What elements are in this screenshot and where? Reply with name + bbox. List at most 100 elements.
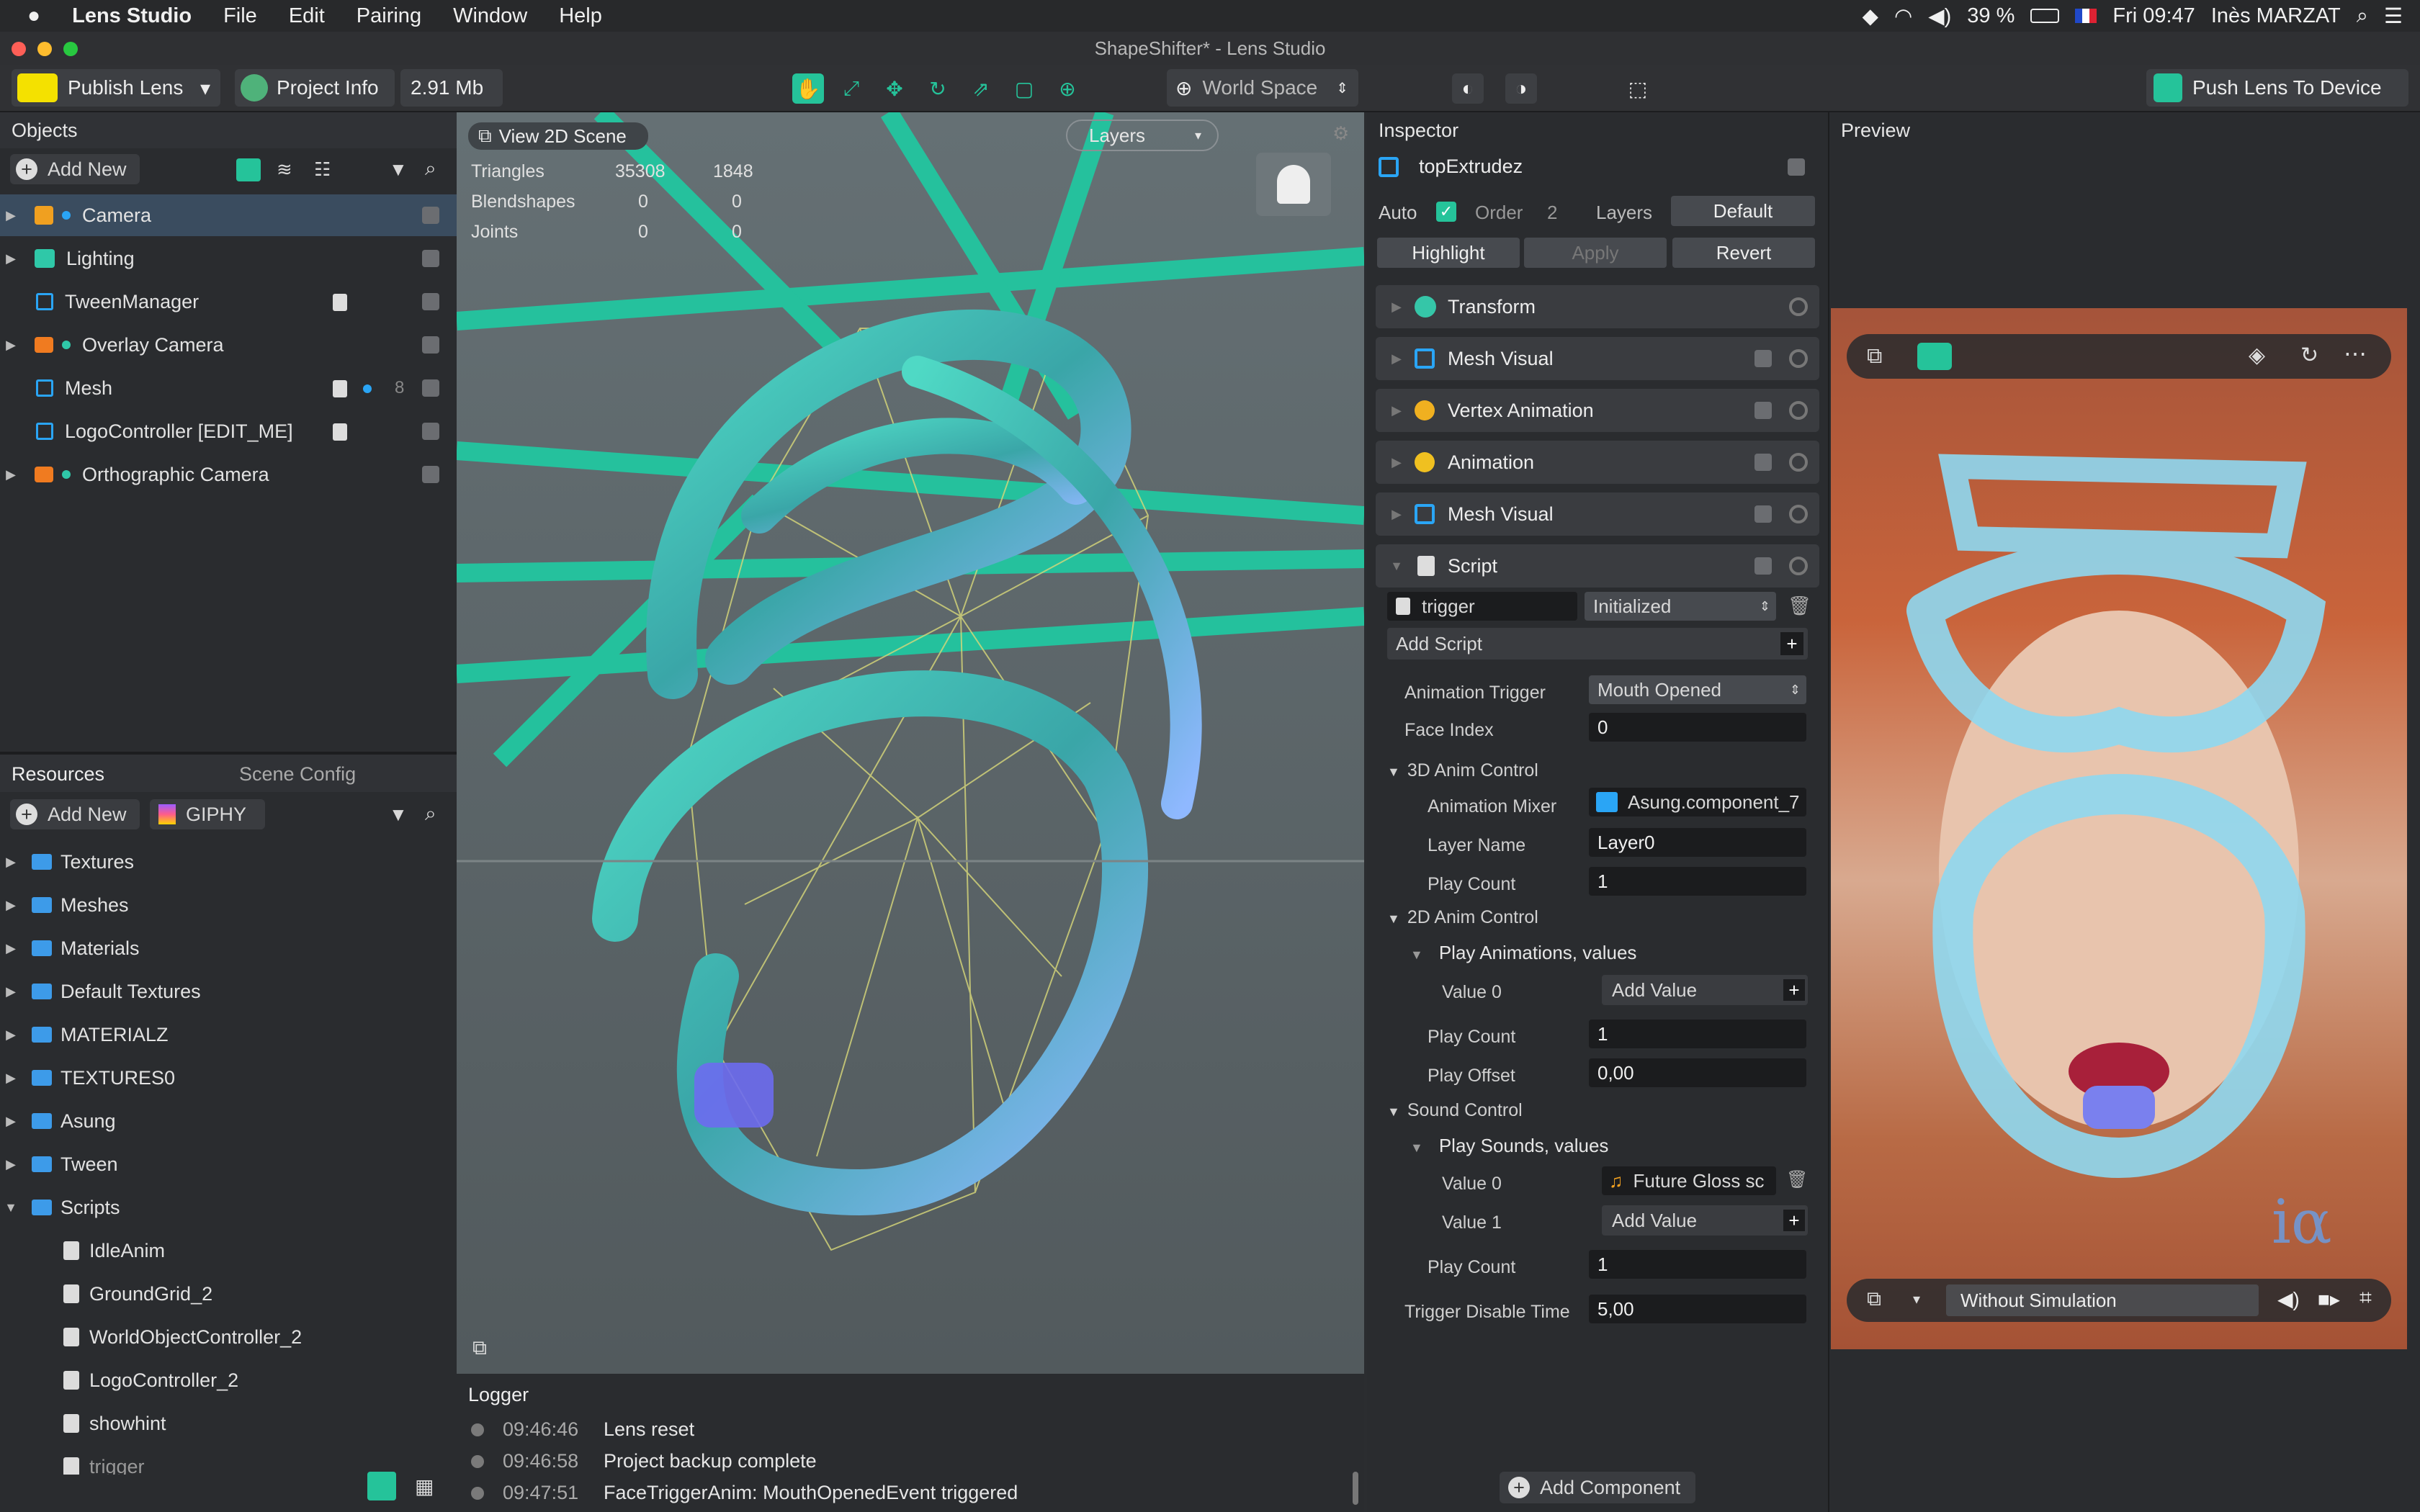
- settings-icon[interactable]: [1789, 297, 1808, 316]
- animation-trigger-select[interactable]: Mouth Opened ⇕: [1589, 675, 1806, 704]
- log-entry[interactable]: 09:46:46 Lens reset: [471, 1418, 694, 1441]
- menu-edit[interactable]: Edit: [289, 4, 325, 28]
- more-icon[interactable]: ⋯: [2344, 340, 2367, 367]
- enabled-checkbox[interactable]: [1754, 402, 1772, 419]
- scene-render[interactable]: [457, 112, 1364, 1374]
- enabled-checkbox[interactable]: [1754, 454, 1772, 471]
- expand-icon[interactable]: ▶: [0, 984, 22, 999]
- video-icon[interactable]: ■▸: [2318, 1287, 2340, 1311]
- add-value-row[interactable]: Add Value +: [1602, 975, 1808, 1005]
- enabled-checkbox[interactable]: [422, 466, 439, 483]
- hand-tool-icon[interactable]: ✋: [792, 73, 824, 104]
- apple-icon[interactable]: ●: [27, 4, 40, 28]
- project-info-button[interactable]: Project Info: [235, 69, 395, 107]
- menu-window[interactable]: Window: [453, 4, 527, 28]
- component-mesh-visual-2[interactable]: ▶ Mesh Visual: [1376, 492, 1819, 536]
- enabled-checkbox[interactable]: [1754, 557, 1772, 575]
- simulation-select[interactable]: Without Simulation: [1946, 1284, 2259, 1316]
- dropbox-icon[interactable]: ◆: [1863, 4, 1878, 29]
- enabled-checkbox[interactable]: [422, 207, 439, 224]
- object-enabled-checkbox[interactable]: [1788, 158, 1805, 176]
- trash-icon[interactable]: 🗑: [1786, 1169, 1808, 1190]
- battery-icon[interactable]: [2030, 9, 2060, 23]
- play-animations-row[interactable]: ▼ Play Animations, values: [1410, 942, 1636, 964]
- camera-view-icon[interactable]: ⧉: [472, 1336, 487, 1360]
- enabled-checkbox[interactable]: [422, 293, 439, 310]
- add-resource-button[interactable]: + Add New: [10, 799, 140, 829]
- play-count-sound-field[interactable]: 1: [1589, 1250, 1806, 1279]
- volume-icon[interactable]: ◀): [2277, 1287, 2300, 1311]
- chevron-down-icon[interactable]: ▾: [1913, 1290, 1920, 1308]
- expand-icon[interactable]: ▶: [0, 467, 22, 482]
- play-count-3d-field[interactable]: 1: [1589, 867, 1806, 896]
- object-name[interactable]: topExtrudez: [1419, 156, 1523, 178]
- object-row-camera[interactable]: ▶ Camera: [0, 194, 457, 236]
- settings-icon[interactable]: ⚙: [1332, 122, 1349, 145]
- device-select-icon[interactable]: ⧉: [1867, 1287, 1881, 1311]
- tab-resources[interactable]: Resources: [12, 763, 104, 786]
- camera-switch-icon[interactable]: [1917, 343, 1952, 370]
- plus-icon[interactable]: +: [1783, 979, 1805, 1001]
- folder-textures[interactable]: ▶ Textures: [0, 841, 457, 883]
- expand-icon[interactable]: ▶: [1386, 351, 1407, 366]
- list-icon[interactable]: ☰: [2384, 4, 2403, 29]
- expand-icon[interactable]: ▶: [1386, 455, 1407, 470]
- face-index-field[interactable]: 0: [1589, 713, 1806, 742]
- device-frame-icon[interactable]: ⧉: [1867, 344, 1882, 369]
- list-mode-icon[interactable]: [367, 1472, 396, 1500]
- tab-scene-config[interactable]: Scene Config: [239, 763, 356, 786]
- menu-pairing[interactable]: Pairing: [357, 4, 421, 28]
- layers-default-button[interactable]: Default: [1671, 196, 1815, 226]
- add-sound-value-row[interactable]: Add Value +: [1602, 1205, 1808, 1236]
- folder-textures0[interactable]: ▶ TEXTURES0: [0, 1057, 457, 1099]
- app-name[interactable]: Lens Studio: [72, 4, 192, 28]
- anim3d-section[interactable]: ▼ 3D Anim Control: [1387, 760, 1538, 781]
- expand-icon[interactable]: ▶: [0, 898, 22, 913]
- log-entry[interactable]: 09:46:58 Project backup complete: [471, 1450, 817, 1472]
- filter-icon[interactable]: ▼: [389, 158, 408, 181]
- add-object-button[interactable]: + Add New: [10, 154, 140, 184]
- hierarchy-view-icon[interactable]: ☷: [314, 158, 331, 181]
- search-objects-icon[interactable]: ⌕: [425, 157, 436, 181]
- expand-icon[interactable]: ▶: [0, 1071, 22, 1086]
- rect-tool-icon[interactable]: ▢: [1008, 73, 1040, 104]
- grid-mode-icon[interactable]: ▦: [415, 1475, 434, 1498]
- settings-icon[interactable]: [1789, 505, 1808, 523]
- component-vertex-animation[interactable]: ▶ Vertex Animation: [1376, 389, 1819, 432]
- component-transform[interactable]: ▶ Transform: [1376, 285, 1819, 328]
- animation-mixer-field[interactable]: Asung.component_7: [1589, 788, 1806, 816]
- object-row-overlay-camera[interactable]: ▶ Overlay Camera: [0, 324, 457, 366]
- move-tool-icon[interactable]: ✥: [879, 73, 910, 104]
- revert-button[interactable]: Revert: [1672, 238, 1815, 268]
- collapse-icon[interactable]: ▼: [1386, 559, 1407, 574]
- expand-icon[interactable]: ▶: [0, 855, 22, 870]
- world-space-select[interactable]: ⊕ World Space ⇕: [1167, 69, 1358, 107]
- scene-viewport[interactable]: ⧉ View 2D Scene Layers ▾ ⚙ Triangles 353…: [457, 112, 1364, 1374]
- anim2d-section[interactable]: ▼ 2D Anim Control: [1387, 907, 1538, 928]
- highlight-button[interactable]: Highlight: [1377, 238, 1520, 268]
- play-offset-field[interactable]: 0,00: [1589, 1058, 1806, 1087]
- folder-default-textures[interactable]: ▶ Default Textures: [0, 971, 457, 1012]
- enabled-checkbox[interactable]: [422, 423, 439, 440]
- list-view-icon[interactable]: [236, 158, 261, 181]
- component-animation[interactable]: ▶ Animation: [1376, 441, 1819, 484]
- add-script-row[interactable]: Add Script +: [1387, 628, 1808, 660]
- expand-icon[interactable]: ▶: [0, 208, 22, 223]
- close-window-button[interactable]: [12, 42, 26, 56]
- expand-icon[interactable]: ▶: [0, 251, 22, 266]
- minimize-window-button[interactable]: [37, 42, 52, 56]
- giphy-button[interactable]: GIPHY: [150, 799, 265, 829]
- user-name[interactable]: Inès MARZAT: [2211, 4, 2341, 28]
- view-2d-scene-button[interactable]: ⧉ View 2D Scene: [468, 122, 648, 150]
- script-trigger[interactable]: trigger: [0, 1446, 457, 1475]
- publish-dropdown-button[interactable]: ▾: [190, 69, 220, 107]
- folder-scripts[interactable]: ▼ Scripts: [0, 1187, 457, 1228]
- object-row-lighting[interactable]: ▶ Lighting: [0, 238, 457, 279]
- pivot-tool-icon[interactable]: ⊕: [1052, 73, 1083, 104]
- script-file-field[interactable]: trigger: [1387, 592, 1577, 621]
- snap-settings-icon[interactable]: ◑: [1505, 73, 1537, 104]
- filter-icon[interactable]: ▼: [389, 804, 408, 826]
- publish-lens-button[interactable]: Publish Lens: [12, 69, 200, 107]
- sound-value0-field[interactable]: ♫ Future Gloss sc: [1602, 1166, 1776, 1195]
- enabled-checkbox[interactable]: [1754, 350, 1772, 367]
